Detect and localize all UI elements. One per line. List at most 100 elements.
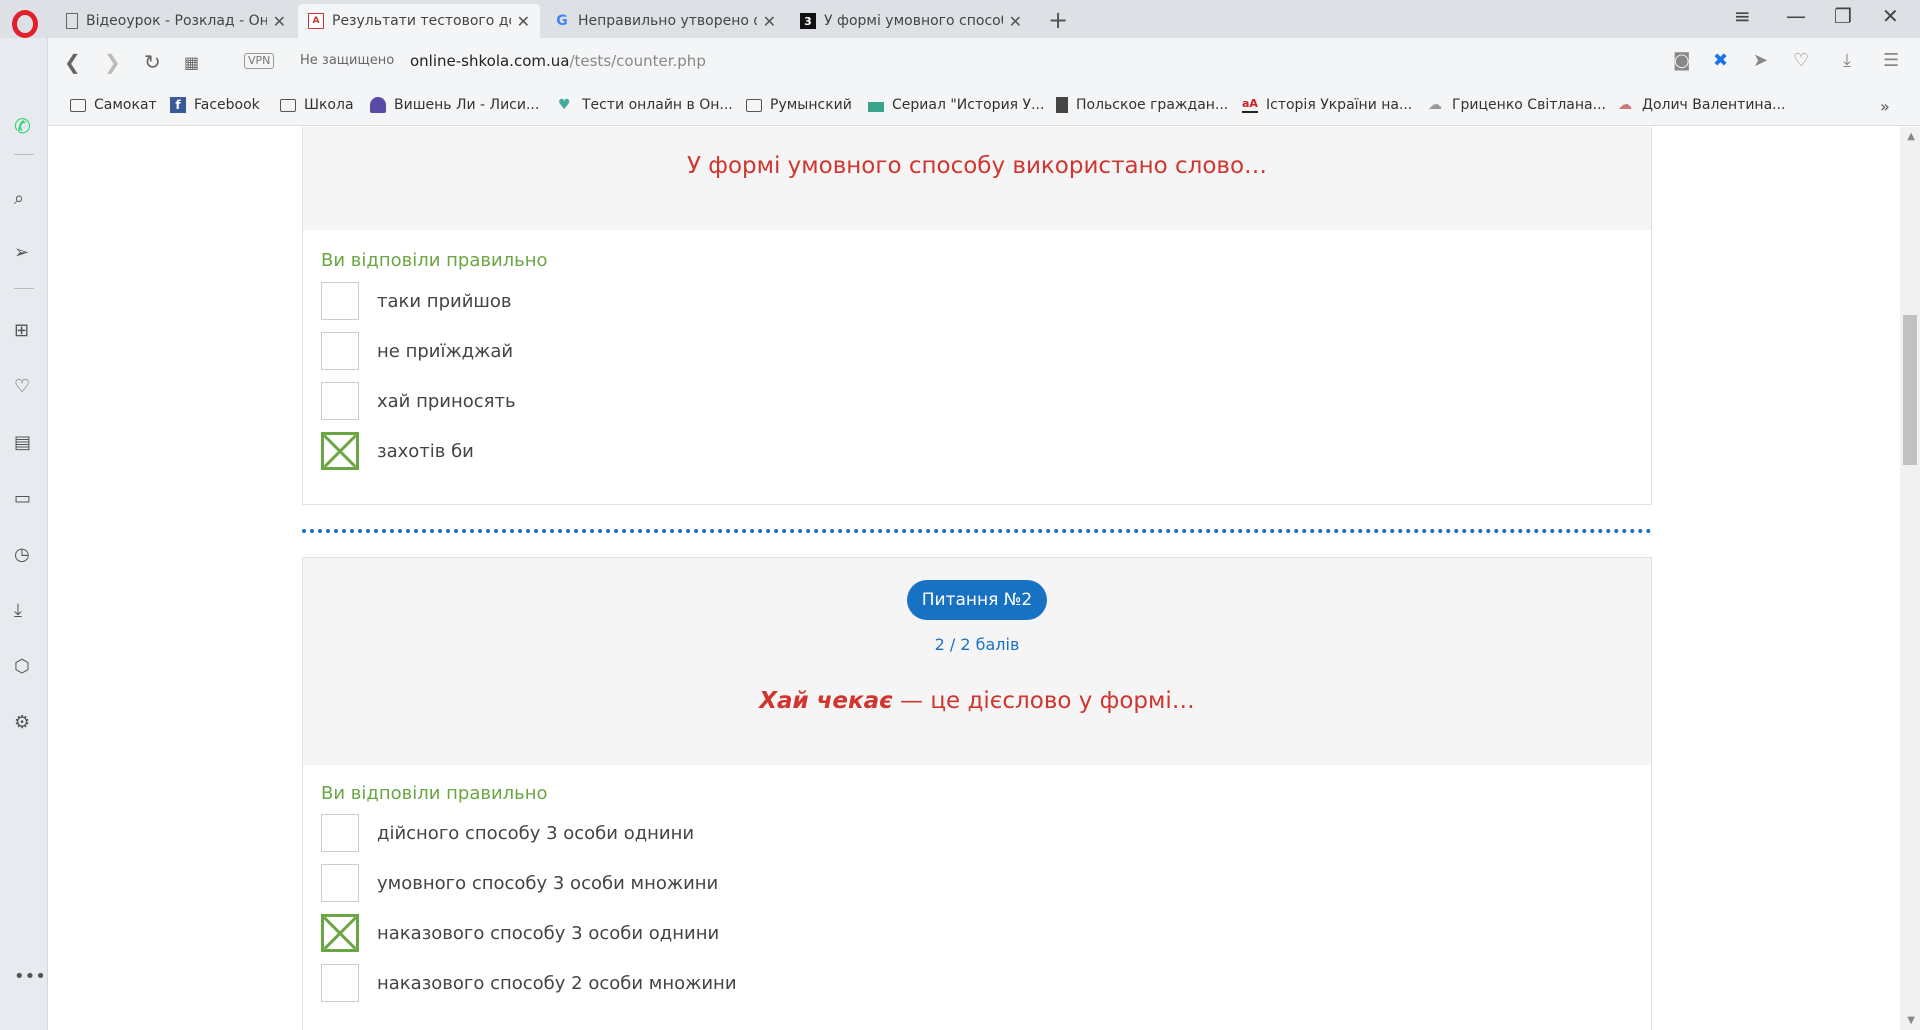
reload-icon[interactable]: ↻ <box>144 50 161 74</box>
close-icon[interactable]: ✕ <box>273 12 286 31</box>
bookmark-label: Самокат <box>94 97 157 113</box>
history-icon[interactable]: ◷ <box>14 544 30 565</box>
vpn-badge[interactable]: VPN <box>244 53 275 69</box>
bookmark-rumynskiy[interactable]: Румынский <box>746 97 852 113</box>
whatsapp-icon[interactable]: ✆ <box>14 114 31 138</box>
doc-icon <box>66 13 78 29</box>
cloud-icon: ☁ <box>1428 97 1442 113</box>
close-icon[interactable]: ✕ <box>517 12 530 31</box>
bookmark-samokat[interactable]: Самокат <box>70 97 157 113</box>
option-checkbox-checked[interactable] <box>321 914 359 952</box>
close-icon[interactable]: ✕ <box>1009 12 1022 31</box>
gear-icon[interactable]: ⚙ <box>14 712 30 733</box>
speed-dial-icon[interactable]: ▦ <box>184 53 199 72</box>
answer-option[interactable]: наказового способу 2 особи множини <box>321 964 737 1002</box>
url-field[interactable]: online-shkola.com.ua/tests/counter.php <box>410 52 706 70</box>
bookmark-label: Польское граждан... <box>1076 97 1229 113</box>
security-status[interactable]: Не защищено <box>300 53 394 68</box>
scroll-up-icon[interactable]: ▲ <box>1907 131 1915 142</box>
answer-option[interactable]: таки прийшов <box>321 282 512 320</box>
3-icon: 3 <box>800 13 816 29</box>
bookmark-facebook[interactable]: f Facebook <box>170 97 260 113</box>
page-content: У формі умовного способу використано сло… <box>48 127 1900 1030</box>
bookmark-serial[interactable]: Сериал "История У... <box>868 97 1044 113</box>
document-icon <box>1056 97 1068 113</box>
question-divider <box>302 529 1652 533</box>
new-tab-icon[interactable]: + <box>1048 6 1068 34</box>
opera-logo-icon[interactable] <box>12 10 38 38</box>
news-icon[interactable]: ▤ <box>14 432 31 453</box>
bookmark-istoriya[interactable]: aA Історія України на... <box>1242 97 1412 113</box>
person-icon <box>370 97 386 113</box>
answer-option[interactable]: хай приносять <box>321 382 516 420</box>
tab-videourok[interactable]: Відеоурок - Розклад - Онлайн ✕ <box>56 4 296 38</box>
option-label: умовного способу 3 особи множини <box>377 872 719 894</box>
bookmark-label: Вишень Ли - Лиси... <box>394 97 540 113</box>
tab-bar: Відеоурок - Розклад - Онлайн ✕ A Результ… <box>0 0 1920 38</box>
bookmark-shkola[interactable]: Школа <box>280 97 354 113</box>
back-icon[interactable]: ❮ <box>64 50 81 74</box>
download-icon[interactable]: ⤓ <box>14 600 22 621</box>
question-number-badge: Питання №2 <box>906 580 1048 620</box>
bookmark-testy[interactable]: ♥ Тести онлайн в Он... <box>558 97 733 113</box>
option-label: захотів би <box>377 440 474 462</box>
answer-option[interactable]: не приїжджай <box>321 332 513 370</box>
facebook-icon: f <box>170 97 186 113</box>
answer-option[interactable]: умовного способу 3 особи множини <box>321 864 718 902</box>
option-checkbox[interactable] <box>321 864 359 902</box>
tabs-icon[interactable]: ▭ <box>14 488 31 509</box>
bookmark-label: Сериал "История У... <box>892 97 1045 113</box>
speed-dial-icon[interactable]: ⊞ <box>14 320 29 341</box>
heart-icon[interactable]: ♡ <box>14 376 30 397</box>
send-icon[interactable]: ➤ <box>1753 50 1768 71</box>
tab-title: Неправильно утворено форму <box>578 13 757 29</box>
adblock-icon[interactable]: ✖ <box>1713 50 1728 71</box>
minimize-icon[interactable]: — <box>1786 4 1806 28</box>
close-icon[interactable]: ✕ <box>763 12 776 31</box>
tab-results[interactable]: A Результати тестового домашнього ✕ <box>298 4 540 38</box>
tests-logo-icon: ♥ <box>558 97 571 113</box>
tab-google[interactable]: G Неправильно утворено форму ✕ <box>544 4 786 38</box>
extensions-icon[interactable]: ⬡ <box>14 656 30 677</box>
more-icon[interactable]: ••• <box>14 966 46 987</box>
bookmark-dolych[interactable]: ☁ Долич Валентина... <box>1618 97 1786 113</box>
question-points: 2 / 2 балів <box>934 635 1020 654</box>
bookmark-label: Румынский <box>770 97 852 113</box>
folder-icon <box>280 98 296 112</box>
scrollbar-thumb[interactable] <box>1903 315 1917 465</box>
more-bookmarks-icon[interactable]: » <box>1880 97 1890 116</box>
option-checkbox[interactable] <box>321 814 359 852</box>
answer-option[interactable]: наказового способу 3 особи однини <box>321 914 719 952</box>
scroll-down-icon[interactable]: ▼ <box>1907 1015 1915 1026</box>
tab-menu-icon[interactable]: ≡ <box>1734 4 1751 28</box>
option-checkbox[interactable] <box>321 382 359 420</box>
address-bar: ❮ ❯ ↻ ▦ VPN Не защищено online-shkola.co… <box>48 38 1920 88</box>
heart-icon[interactable]: ♡ <box>1793 50 1809 71</box>
option-checkbox[interactable] <box>321 964 359 1002</box>
tab-zno[interactable]: 3 У формі умовного способу ✕ <box>790 4 1032 38</box>
option-checkbox-checked[interactable] <box>321 432 359 470</box>
question-rest: — це дієслово у формі… <box>892 688 1195 714</box>
bookmarks-bar: Самокат f Facebook Школа Вишень Ли - Лис… <box>48 88 1920 126</box>
page-scrollbar[interactable]: ▲ ▼ <box>1900 127 1920 1030</box>
bookmark-grytsenko[interactable]: ☁ Гриценко Світлана... <box>1428 97 1606 113</box>
sidebar: ✆ ⌕ ➢ ⊞ ♡ ▤ ▭ ◷ ⤓ ⬡ ⚙ ••• <box>0 38 48 1030</box>
answer-option[interactable]: дійсного способу 3 особи однини <box>321 814 694 852</box>
close-window-icon[interactable]: ✕ <box>1882 4 1899 28</box>
answer-option[interactable]: захотів би <box>321 432 474 470</box>
camera-icon[interactable]: ◙ <box>1673 50 1690 71</box>
search-icon[interactable]: ⌕ <box>14 188 24 209</box>
tab-title: У формі умовного способу <box>824 13 1003 29</box>
forward-icon[interactable]: ❯ <box>104 50 121 74</box>
option-checkbox[interactable] <box>321 332 359 370</box>
bookmark-label: Гриценко Світлана... <box>1452 97 1606 113</box>
send-icon[interactable]: ➢ <box>14 242 29 263</box>
download-icon[interactable]: ⤓ <box>1843 50 1851 71</box>
bookmark-vishen[interactable]: Вишень Ли - Лиси... <box>370 97 539 113</box>
bookmark-polskoe[interactable]: Польское граждан... <box>1056 97 1228 113</box>
settings-sliders-icon[interactable]: ☰ <box>1883 50 1899 71</box>
pdf-icon: A <box>308 13 324 29</box>
maximize-icon[interactable]: ❐ <box>1834 4 1852 28</box>
question-card-2: Питання №2 2 / 2 балів Хай чекає — це ді… <box>302 557 1652 1030</box>
option-checkbox[interactable] <box>321 282 359 320</box>
